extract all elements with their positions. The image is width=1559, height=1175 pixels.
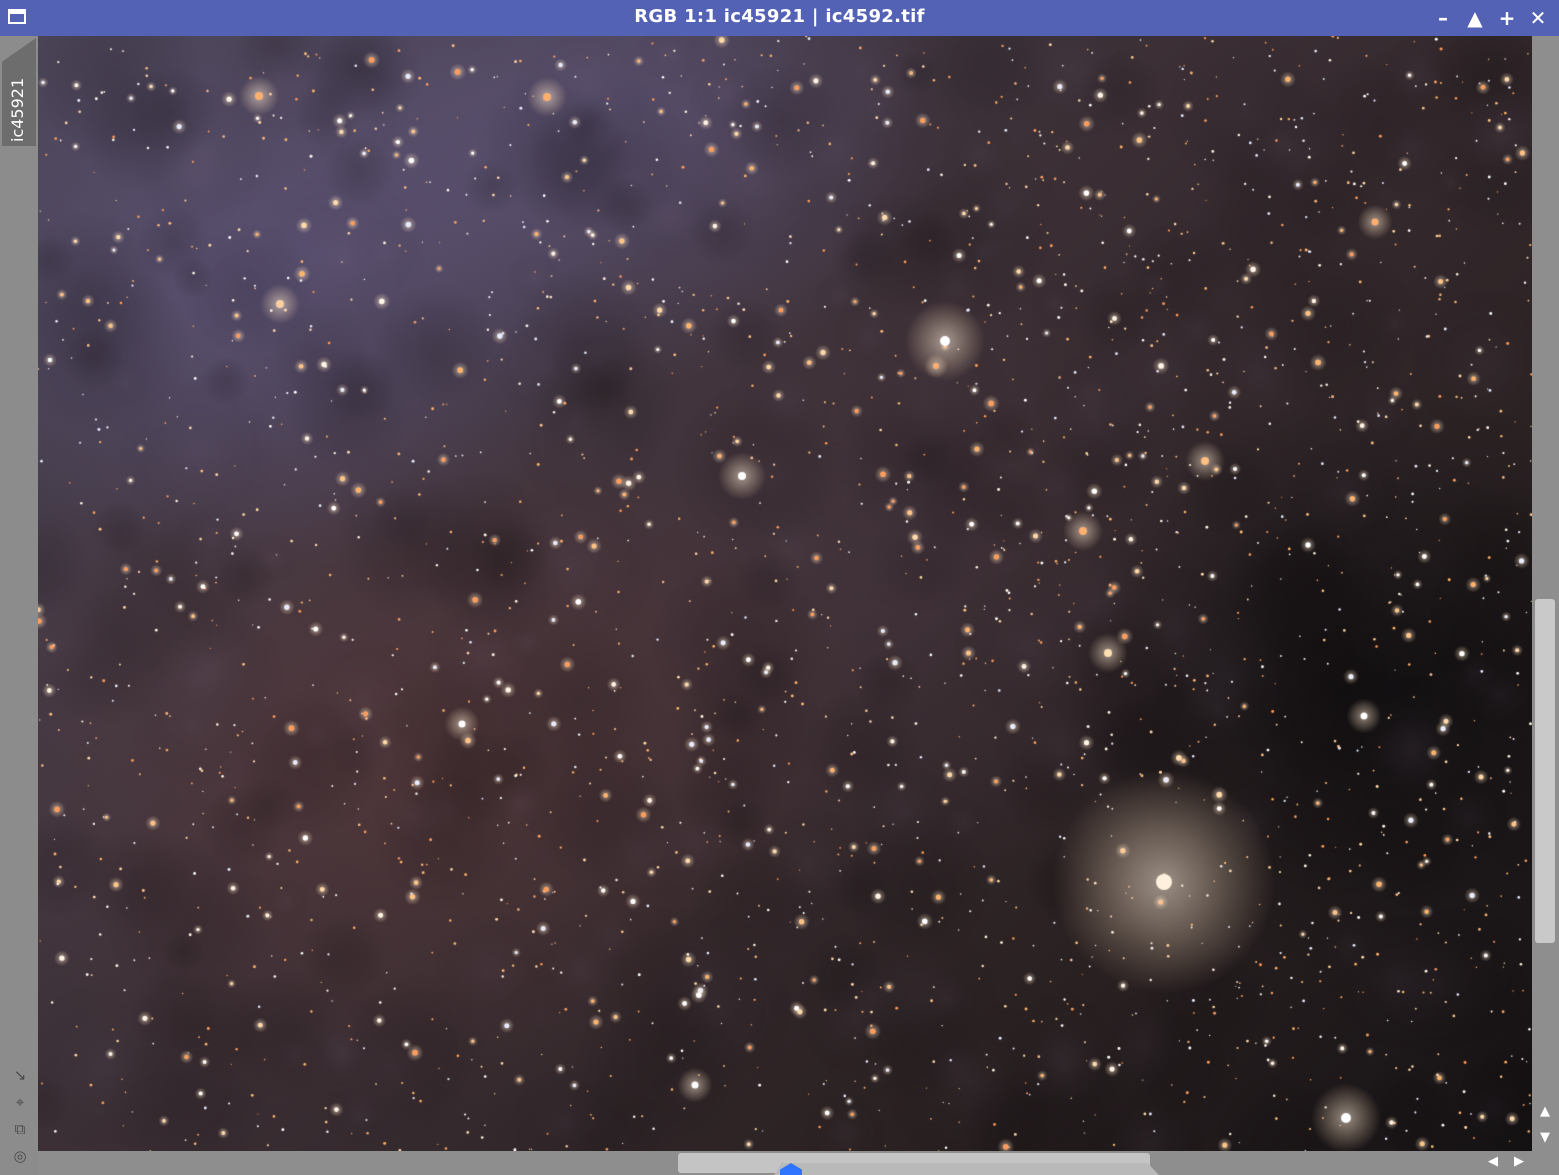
star-field-image — [38, 36, 1532, 1151]
clone-view-icon[interactable]: ⧉ — [11, 1120, 29, 1138]
window-title: RGB 1:1 ic45921 | ic4592.tif — [634, 6, 925, 27]
shade-icon[interactable]: ▲ — [1463, 6, 1487, 30]
maximize-icon[interactable]: + — [1495, 6, 1519, 30]
close-icon[interactable]: ✕ — [1526, 6, 1550, 30]
image-viewport[interactable] — [38, 36, 1532, 1151]
window-titlebar[interactable]: RGB 1:1 ic45921 | ic4592.tif – ▲ + ✕ — [0, 0, 1559, 36]
scroll-up-icon[interactable]: ▲ — [1538, 1104, 1552, 1119]
vertical-scroll-thumb[interactable] — [1535, 599, 1555, 943]
fit-view-icon[interactable]: ⌖ — [11, 1093, 29, 1111]
scroll-down-icon[interactable]: ▼ — [1538, 1130, 1552, 1145]
shrink-icon[interactable]: ↘ — [11, 1066, 29, 1084]
minimize-icon[interactable]: – — [1431, 6, 1455, 30]
view-identifier-label: ic45921 — [8, 77, 27, 142]
target-icon[interactable]: ◎ — [11, 1147, 29, 1165]
vertical-scrollbar[interactable]: ▲ ▼ — [1532, 36, 1559, 1151]
scroll-right-icon[interactable]: ▶ — [1514, 1154, 1524, 1169]
view-identifier-tab[interactable]: ic45921 — [2, 38, 36, 146]
scrollbar-corner — [1532, 1151, 1559, 1175]
scroll-track-indicator — [774, 1163, 1159, 1175]
horizontal-scrollbar[interactable]: ◀ ▶ — [38, 1151, 1532, 1175]
view-tab-strip: ic45921 ↘ ⌖ ⧉ ◎ — [0, 36, 38, 1175]
scroll-left-icon[interactable]: ◀ — [1488, 1154, 1498, 1169]
